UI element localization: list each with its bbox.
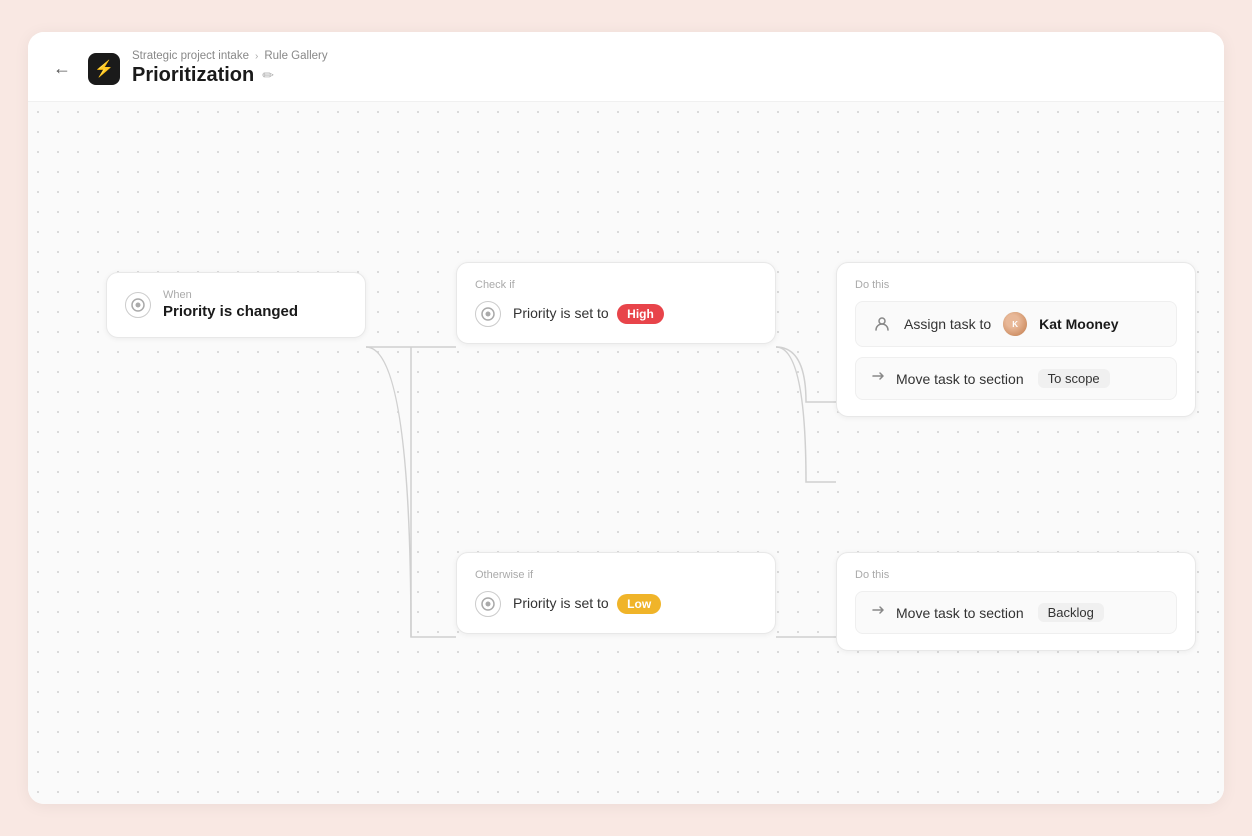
- when-card-text: When Priority is changed: [163, 289, 298, 321]
- connectors: [28, 102, 1224, 804]
- rule-canvas: When Priority is changed Check if: [28, 102, 1224, 804]
- edit-icon[interactable]: ✏: [262, 67, 274, 84]
- check-icon: [475, 301, 501, 327]
- breadcrumb-project[interactable]: Strategic project intake: [132, 50, 249, 62]
- otherwise-icon: [475, 591, 501, 617]
- low-badge: Low: [617, 594, 661, 614]
- header-text: Strategic project intake › Rule Gallery …: [132, 50, 328, 87]
- page-title: Prioritization: [132, 64, 254, 87]
- breadcrumb-gallery[interactable]: Rule Gallery: [264, 50, 327, 62]
- assign-text: Assign task to: [904, 316, 991, 332]
- header: ← ⚡ Strategic project intake › Rule Gall…: [28, 32, 1224, 102]
- otherwise-if-card[interactable]: Otherwise if Priority is set to Low: [456, 552, 776, 634]
- when-label: When: [163, 289, 298, 301]
- breadcrumb-arrow: ›: [255, 51, 258, 62]
- check-text: Priority is set to: [513, 305, 609, 321]
- title-row: Prioritization ✏: [132, 64, 328, 87]
- when-card[interactable]: When Priority is changed: [106, 272, 366, 338]
- section-pill-2: Backlog: [1038, 603, 1104, 622]
- when-icon: [125, 292, 151, 318]
- when-title: Priority is changed: [163, 303, 298, 321]
- arrow-right-icon-2: [870, 602, 886, 623]
- back-button[interactable]: ←: [48, 55, 76, 83]
- check-label: Check if: [475, 279, 757, 291]
- do-this-actions-1: Assign task to K Kat Mooney: [855, 301, 1177, 400]
- move-section-action-1[interactable]: Move task to section To scope: [855, 357, 1177, 400]
- move-text-1: Move task to section: [896, 371, 1024, 387]
- do-this-card-1: Do this Assign task to: [836, 262, 1196, 417]
- do-this-card-2: Do this Move task to section Backlog: [836, 552, 1196, 651]
- otherwise-label: Otherwise if: [475, 569, 757, 581]
- when-card-inner: When Priority is changed: [125, 289, 347, 321]
- assignee-name: Kat Mooney: [1039, 316, 1118, 332]
- check-card-inner: Priority is set to High: [475, 301, 757, 327]
- person-icon: [870, 312, 894, 336]
- do-this-label-1: Do this: [855, 279, 1177, 291]
- otherwise-text: Priority is set to: [513, 595, 609, 611]
- do-this-actions-2: Move task to section Backlog: [855, 591, 1177, 634]
- check-content: Priority is set to High: [513, 304, 664, 324]
- otherwise-content: Priority is set to Low: [513, 594, 661, 614]
- move-text-2: Move task to section: [896, 605, 1024, 621]
- avatar-image: K: [1003, 312, 1027, 336]
- breadcrumb: Strategic project intake › Rule Gallery: [132, 50, 328, 62]
- move-section-action-2[interactable]: Move task to section Backlog: [855, 591, 1177, 634]
- high-badge: High: [617, 304, 664, 324]
- section-pill-1: To scope: [1038, 369, 1110, 388]
- do-this-label-2: Do this: [855, 569, 1177, 581]
- assign-action[interactable]: Assign task to K Kat Mooney: [855, 301, 1177, 347]
- main-panel: ← ⚡ Strategic project intake › Rule Gall…: [28, 32, 1224, 804]
- app-container: ← ⚡ Strategic project intake › Rule Gall…: [0, 0, 1252, 836]
- otherwise-card-inner: Priority is set to Low: [475, 591, 757, 617]
- arrow-right-icon: [870, 368, 886, 389]
- check-if-card[interactable]: Check if Priority is set to High: [456, 262, 776, 344]
- rule-icon: ⚡: [88, 53, 120, 85]
- avatar: K: [1003, 312, 1027, 336]
